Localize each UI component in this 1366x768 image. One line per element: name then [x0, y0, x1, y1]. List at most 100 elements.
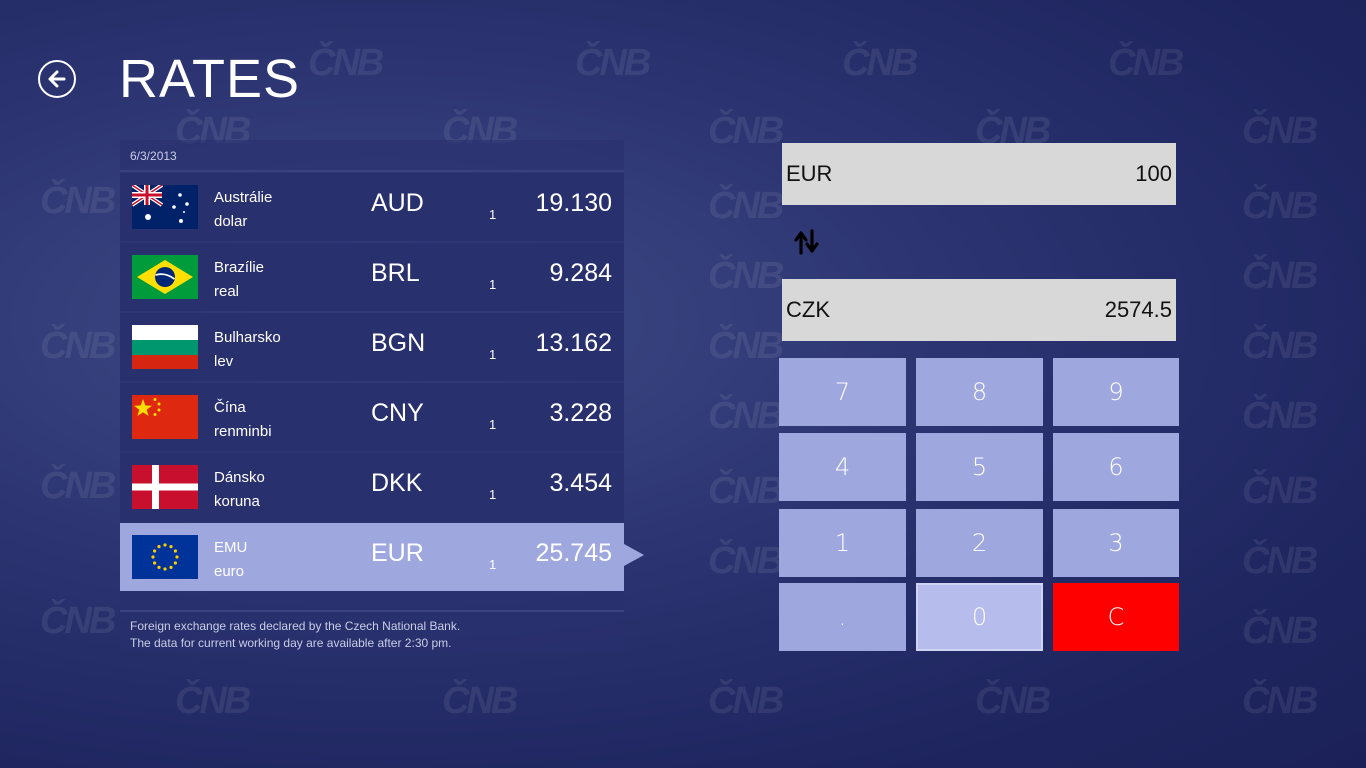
footer-line-2: The data for current working day are ava… — [130, 636, 452, 650]
swap-arrows-icon[interactable] — [792, 228, 822, 256]
country-label: Dánsko — [214, 469, 265, 486]
watermark-logo: ČNB — [442, 680, 518, 722]
currency-code: CNY — [371, 399, 424, 427]
currency-name: lev — [214, 353, 234, 370]
country-name: EMU euro — [214, 536, 247, 584]
watermark-logo: ČNB — [708, 110, 784, 152]
clear-button[interactable]: C — [1053, 583, 1179, 651]
from-currency-field[interactable]: EUR 100 — [782, 143, 1176, 205]
from-currency-code: EUR — [786, 161, 833, 186]
page-title: RATES — [119, 49, 301, 109]
currency-code: DKK — [371, 469, 423, 497]
footer-line-1: Foreign exchange rates declared by the C… — [130, 619, 461, 633]
key-4[interactable]: 4 — [779, 433, 906, 501]
currency-name: koruna — [214, 493, 260, 510]
watermark-logo: ČNB — [40, 180, 116, 222]
watermark-logo: ČNB — [1242, 185, 1318, 227]
country-name: Brazílie real — [214, 256, 264, 304]
exchange-rate: 3.228 — [549, 399, 612, 427]
watermark-logo: ČNB — [975, 680, 1051, 722]
key-6[interactable]: 6 — [1053, 433, 1179, 501]
rates-list-panel: 6/3/2013 Austrálie dolar AUD 1 19.130 Br… — [120, 140, 624, 652]
key-3[interactable]: 3 — [1053, 509, 1179, 577]
key-7[interactable]: 7 — [779, 358, 906, 426]
currency-code: EUR — [371, 539, 424, 567]
country-name: Čína renminbi — [214, 396, 272, 444]
country-name: Dánsko koruna — [214, 466, 265, 514]
watermark-logo: ČNB — [1108, 42, 1184, 84]
key-5[interactable]: 5 — [916, 433, 1043, 501]
country-label: Bulharsko — [214, 329, 281, 346]
watermark-logo: ČNB — [842, 42, 918, 84]
exchange-rate: 25.745 — [535, 539, 612, 567]
country-label: Austrálie — [214, 189, 273, 206]
currency-amount: 1 — [489, 417, 497, 432]
watermark-logo: ČNB — [40, 465, 116, 507]
country-name: Bulharsko lev — [214, 326, 281, 374]
rates-footer-note: Foreign exchange rates declared by the C… — [120, 610, 624, 652]
exchange-rate: 3.454 — [549, 469, 612, 497]
currency-amount: 1 — [489, 277, 497, 292]
flag-china-icon — [132, 395, 198, 439]
country-name: Austrálie dolar — [214, 186, 272, 234]
currency-amount: 1 — [489, 347, 497, 362]
currency-amount: 1 — [489, 207, 497, 222]
rate-row-bgn[interactable]: Bulharsko lev BGN 1 13.162 — [120, 313, 624, 381]
currency-amount: 1 — [489, 557, 497, 572]
watermark-logo: ČNB — [40, 600, 116, 642]
rate-row-brl[interactable]: Brazílie real BRL 1 9.284 — [120, 243, 624, 311]
watermark-logo: ČNB — [1242, 325, 1318, 367]
country-label: EMU — [214, 539, 248, 556]
currency-amount: 1 — [489, 487, 497, 502]
currency-name: euro — [214, 563, 245, 580]
currency-code: AUD — [371, 189, 424, 217]
watermark-logo: ČNB — [1242, 610, 1318, 652]
rates-date: 6/3/2013 — [120, 140, 624, 172]
currency-name: renminbi — [214, 423, 272, 440]
key-1[interactable]: 1 — [779, 509, 906, 577]
from-currency-value: 100 — [1135, 161, 1172, 186]
back-button[interactable] — [38, 60, 76, 98]
currency-name: dolar — [214, 213, 248, 230]
key-9[interactable]: 9 — [1053, 358, 1179, 426]
watermark-logo: ČNB — [1242, 395, 1318, 437]
key-8[interactable]: 8 — [916, 358, 1043, 426]
currency-code: BRL — [371, 259, 420, 287]
rate-row-eur[interactable]: EMU euro EUR 1 25.745 — [120, 523, 624, 591]
watermark-logo: ČNB — [308, 42, 384, 84]
exchange-rate: 13.162 — [535, 329, 612, 357]
watermark-logo: ČNB — [1242, 255, 1318, 297]
watermark-logo: ČNB — [1242, 680, 1318, 722]
watermark-logo: ČNB — [708, 395, 784, 437]
watermark-logo: ČNB — [40, 325, 116, 367]
rate-row-dkk[interactable]: Dánsko koruna DKK 1 3.454 — [120, 453, 624, 521]
country-label: Čína — [214, 399, 246, 416]
watermark-logo: ČNB — [708, 325, 784, 367]
watermark-logo: ČNB — [1242, 470, 1318, 512]
to-currency-code: CZK — [786, 297, 830, 322]
flag-eu-icon — [132, 535, 198, 579]
key-decimal[interactable]: . — [779, 583, 906, 651]
country-label: Brazílie — [214, 259, 265, 276]
flag-australia-icon — [132, 185, 198, 229]
watermark-logo: ČNB — [1242, 540, 1318, 582]
key-2[interactable]: 2 — [916, 509, 1043, 577]
flag-brazil-icon — [132, 255, 198, 299]
watermark-logo: ČNB — [708, 185, 784, 227]
exchange-rate: 9.284 — [549, 259, 612, 287]
watermark-logo: ČNB — [708, 255, 784, 297]
rate-row-cny[interactable]: Čína renminbi CNY 1 3.228 — [120, 383, 624, 451]
key-0[interactable]: 0 — [916, 583, 1043, 651]
exchange-rate: 19.130 — [535, 189, 612, 217]
watermark-logo: ČNB — [708, 540, 784, 582]
to-currency-value: 2574.5 — [1104, 297, 1172, 322]
selected-row-pointer — [624, 544, 644, 566]
flag-denmark-icon — [132, 465, 198, 509]
watermark-logo: ČNB — [1242, 110, 1318, 152]
currency-name: real — [214, 283, 240, 300]
rate-row-aud[interactable]: Austrálie dolar AUD 1 19.130 — [120, 173, 624, 241]
watermark-logo: ČNB — [575, 42, 651, 84]
to-currency-field[interactable]: CZK 2574.5 — [782, 279, 1176, 341]
watermark-logo: ČNB — [708, 470, 784, 512]
watermark-logo: ČNB — [708, 680, 784, 722]
